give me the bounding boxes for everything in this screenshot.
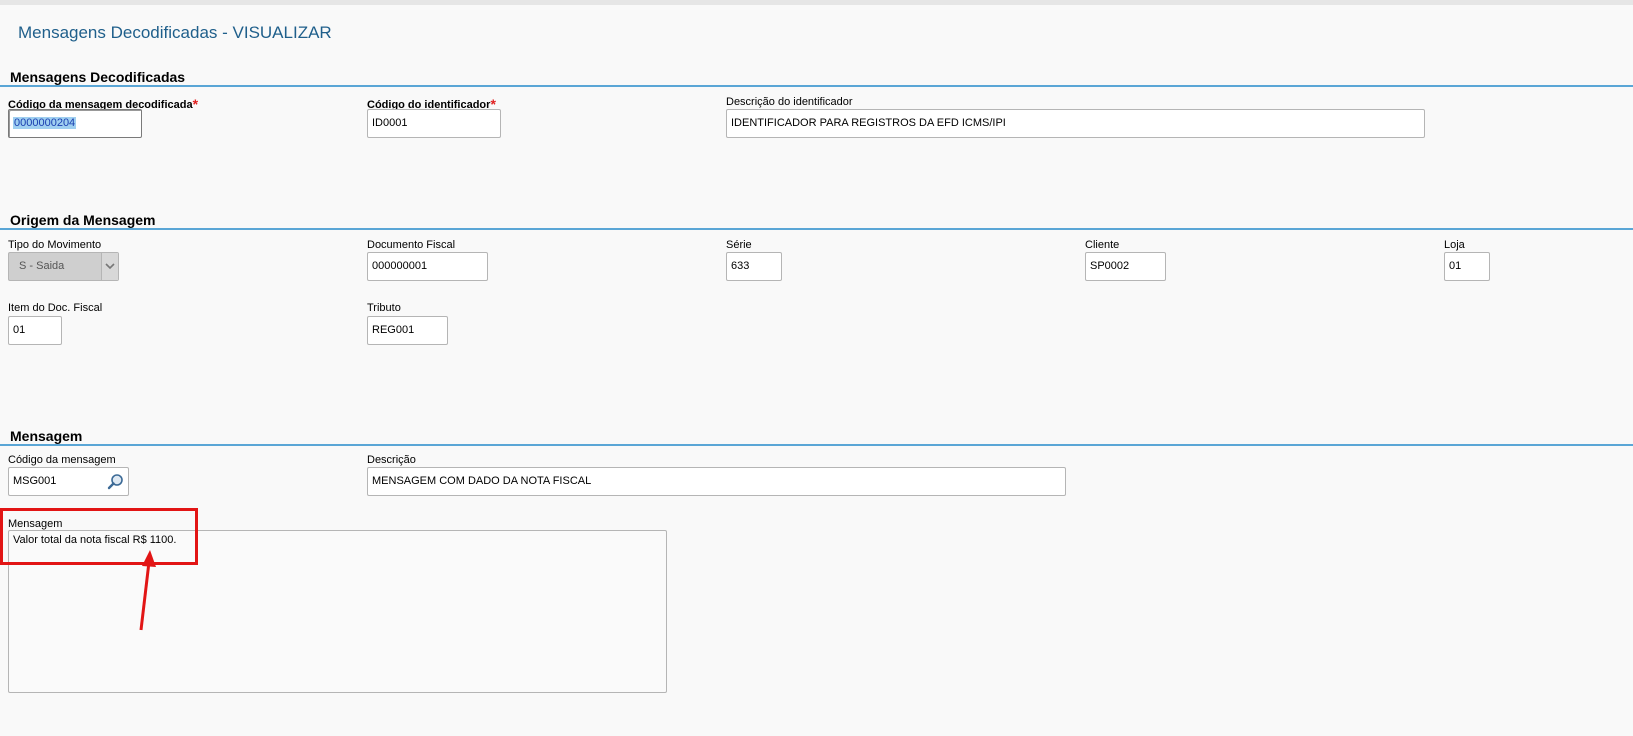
section-title-mensagem: Mensagem	[10, 428, 83, 444]
descricao-mensagem-label: Descrição	[367, 454, 416, 466]
tributo-field[interactable]: REG001	[367, 316, 448, 345]
tributo-label: Tributo	[367, 302, 401, 314]
serie-field[interactable]: 633	[726, 252, 782, 281]
codigo-identificador-field[interactable]: ID0001	[367, 109, 501, 138]
section-divider	[0, 228, 1633, 230]
page-title: Mensagens Decodificadas - VISUALIZAR	[18, 23, 332, 42]
codigo-mensagem-field[interactable]: 0000000204	[8, 109, 142, 138]
item-doc-fiscal-label: Item do Doc. Fiscal	[8, 302, 103, 314]
annotation-highlight-box	[0, 508, 198, 565]
codigo-mensagem-msg-value: MSG001	[13, 475, 57, 487]
descricao-identificador-field[interactable]: IDENTIFICADOR PARA REGISTROS DA EFD ICMS…	[726, 109, 1425, 138]
section-divider	[0, 85, 1633, 87]
annotation-arrow-icon	[139, 550, 156, 631]
serie-label: Série	[726, 239, 752, 251]
tipo-movimento-value: S - Saida	[19, 260, 65, 272]
tipo-movimento-label: Tipo do Movimento	[8, 239, 102, 251]
item-doc-fiscal-field[interactable]: 01	[8, 316, 62, 345]
loja-field[interactable]: 01	[1444, 252, 1490, 281]
codigo-mensagem-msg-field[interactable]: MSG001	[8, 467, 129, 496]
cliente-label: Cliente	[1085, 239, 1120, 251]
documento-fiscal-field[interactable]: 000000001	[367, 252, 488, 281]
chevron-down-icon[interactable]	[101, 253, 118, 280]
loja-label: Loja	[1444, 239, 1465, 251]
codigo-mensagem-value: 0000000204	[13, 117, 77, 129]
magnifier-icon[interactable]	[107, 473, 125, 491]
section-title-mensagens-decodificadas: Mensagens Decodificadas	[10, 69, 186, 85]
tipo-movimento-select[interactable]: S - Saida	[8, 252, 119, 281]
required-marker: *	[192, 96, 199, 112]
cliente-field[interactable]: SP0002	[1085, 252, 1166, 281]
top-bar	[0, 0, 1633, 5]
descricao-mensagem-field[interactable]: MENSAGEM COM DADO DA NOTA FISCAL	[367, 467, 1066, 496]
documento-fiscal-label: Documento Fiscal	[367, 239, 456, 251]
codigo-mensagem-msg-label: Código da mensagem	[8, 454, 116, 466]
section-title-origem: Origem da Mensagem	[10, 212, 156, 228]
section-divider	[0, 444, 1633, 446]
descricao-identificador-label: Descrição do identificador	[726, 96, 853, 108]
